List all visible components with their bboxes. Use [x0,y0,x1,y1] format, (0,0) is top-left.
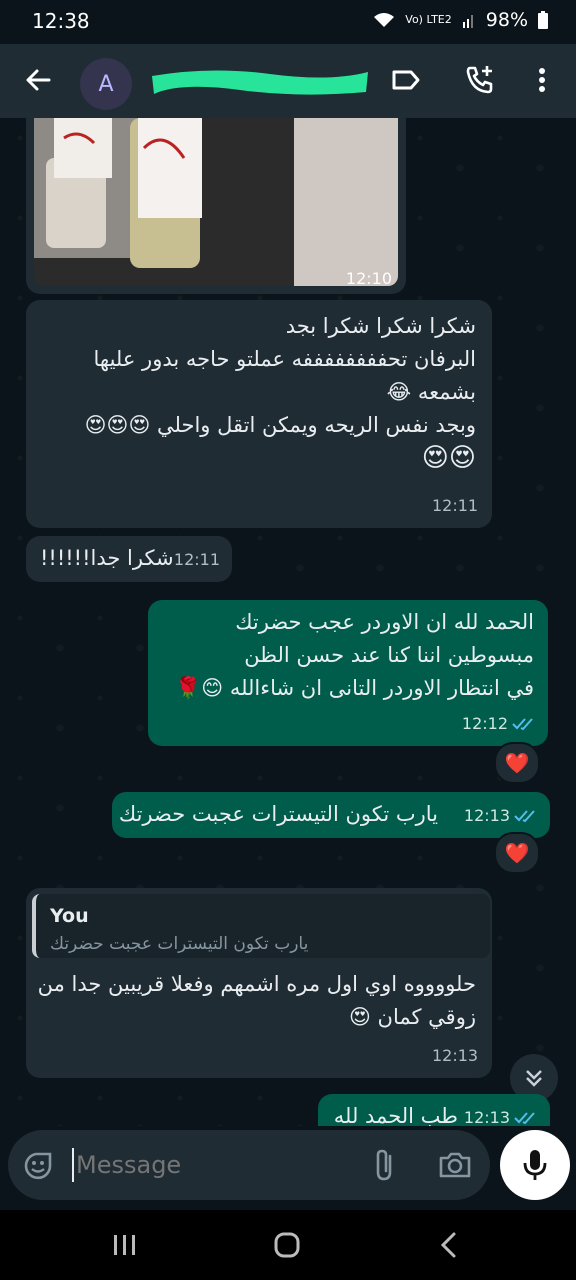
double-chevron-down-icon [526,1070,542,1087]
recents-button[interactable] [110,1232,140,1258]
image-message[interactable]: 12:10 [26,118,406,294]
time-label: 12:13 [463,1108,510,1126]
message-time: 12:13 [464,1101,538,1126]
signal-icon [462,15,473,28]
incoming-message[interactable]: شكرا جدا!!!!!! 12:11 [26,536,232,582]
battery-level: 98% [485,9,528,31]
add-call-button[interactable] [458,58,502,102]
quoted-reply[interactable]: You يارب تكون التيسترات عجبت حضرتك [32,894,490,958]
reply-text: يارب تكون التيسترات عجبت حضرتك [50,934,309,954]
chat-header: A [0,44,576,118]
back-button[interactable] [20,62,56,98]
time-label: 12:13 [432,1046,479,1065]
back-arrow-icon [26,69,51,91]
message-text: الحمد لله ان الاوردر عجب حضرتك مبسوطين ا… [154,606,534,705]
message-line: البرفان تحففففففففه عملتو حاجه بدور عليه… [93,347,476,371]
home-button[interactable] [272,1230,302,1260]
voice-record-button[interactable] [500,1130,570,1200]
battery-icon [538,11,548,29]
composer-bar [0,1126,576,1210]
message-text: حلووووه اوي اول مره اشمهم وفعلا قريبين ج… [36,968,476,1034]
network-label: Vo) LTE2 [405,13,452,26]
outgoing-message[interactable]: يارب تكون التيسترات عجبت حضرتك 12:13 [112,792,550,838]
message-text: شكرا جدا!!!!!! [40,546,174,570]
label-icon [392,70,420,90]
system-navigation-bar [0,1210,576,1280]
heart-reaction: ❤️ [504,841,530,865]
message-line: شكرا شكرا شكرا بجد [285,314,476,338]
back-nav-button[interactable] [434,1230,464,1260]
clock: 12:38 [32,9,90,33]
microphone-icon [523,1150,547,1180]
message-line: حلووووه اوي اول مره اشمهم وفعلا قريبين ج… [37,972,476,996]
message-time: 12:11 [432,489,478,522]
reaction-badge[interactable]: ❤️ [494,742,540,784]
message-time: 12:13 [432,1039,478,1072]
message-text: طب الحمد لله [333,1104,458,1126]
recents-icon [114,1235,135,1255]
message-input[interactable] [74,1144,358,1186]
message-input-box [8,1130,490,1200]
read-ticks-icon [512,717,533,730]
message-time: 12:13 [464,799,538,832]
time-label: 12:10 [345,269,392,288]
sticker-icon [24,1152,52,1180]
wifi-icon [374,13,395,27]
message-text: يارب تكون التيسترات عجبت حضرتك [118,802,438,826]
home-icon [274,1232,300,1258]
more-vertical-icon [539,68,545,92]
attach-button[interactable] [370,1148,400,1182]
message-line: مبسوطين اننا كنا عند حسن الظن [244,643,534,667]
back-chevron-icon [440,1232,456,1258]
avatar-letter: A [98,71,114,97]
outgoing-message[interactable]: الحمد لله ان الاوردر عجب حضرتك مبسوطين ا… [148,600,548,746]
message-text: شكرا شكرا شكرا بجد البرفان تحففففففففه ع… [36,310,476,475]
message-time: 12:11 [174,543,220,576]
time-label: 12:12 [461,714,508,733]
camera-button[interactable] [438,1150,472,1180]
status-icons: Vo) LTE2 98% [373,9,548,31]
message-line: الحمد لله ان الاوردر عجب حضرتك [235,610,534,634]
read-ticks-icon [514,809,535,822]
paperclip-icon [376,1149,392,1181]
message-line: في انتظار الاوردر التانى ان شاءالله 😊🌹 [175,676,534,700]
incoming-message[interactable]: You يارب تكون التيسترات عجبت حضرتك حلووو… [26,888,492,1078]
outgoing-message[interactable]: طب الحمد لله 12:13 [318,1094,550,1126]
message-line: زوقي كمان 😍 [348,1005,476,1029]
time-label: 12:11 [173,550,220,569]
read-ticks-icon [514,1111,535,1124]
time-label: 12:11 [432,496,479,515]
heart-reaction: ❤️ [504,751,530,775]
contact-name-redacted[interactable] [150,64,370,100]
incoming-message[interactable]: شكرا شكرا شكرا بجد البرفان تحففففففففه ع… [26,300,492,528]
sticker-button[interactable] [22,1150,54,1182]
time-label: 12:13 [463,806,510,825]
message-line: بشمعه 😂 [386,380,476,404]
message-line: 😍😍 [421,443,476,473]
label-button[interactable] [386,60,426,100]
chat-area[interactable]: 12:10 شكرا شكرا شكرا بجد البرفان تحففففف… [0,118,576,1126]
message-line: وبجد نفس الريحه ويمكن اتقل واحلي 😍😍😍 [84,413,476,437]
more-options-button[interactable] [526,60,558,100]
status-bar: 12:38 Vo) LTE2 98% [0,0,576,44]
photo-thumbnail [34,118,398,286]
avatar[interactable]: A [80,58,132,110]
reaction-badge[interactable]: ❤️ [494,832,540,874]
phone-plus-icon [466,66,493,94]
camera-icon [439,1152,471,1178]
message-time: 12:12 [462,707,536,740]
message-time: 12:10 [346,269,392,288]
